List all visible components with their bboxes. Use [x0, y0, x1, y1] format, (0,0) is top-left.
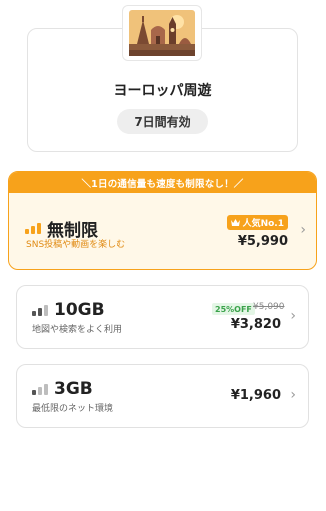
plan-name: 10GB	[54, 300, 105, 320]
plan-description: 最低限のネット環境	[32, 404, 114, 414]
plan-name: 3GB	[54, 379, 93, 399]
featured-banner: ＼1日の通信量も速度も制限なし！／	[9, 172, 316, 193]
crown-icon	[230, 219, 240, 226]
plan-price: ¥1,960	[230, 388, 281, 403]
europe-landmarks-illustration-icon	[129, 10, 195, 56]
original-price: ¥5,090	[253, 302, 285, 312]
popular-badge-label: 人気No.1	[242, 219, 284, 229]
plan-description: SNS投稿や動画を楽しむ	[26, 240, 126, 250]
popular-badge: 人気No.1	[226, 215, 288, 230]
plan-card-3gb[interactable]: 3GB 最低限のネット環境 ¥1,960 ›	[16, 364, 309, 428]
plan-description: 地図や検索をよく利用	[32, 325, 123, 335]
chevron-right-icon: ›	[290, 387, 296, 403]
plan-card-unlimited[interactable]: ＼1日の通信量も速度も制限なし！／ 無制限 SNS投稿や動画を楽しむ 人気No.…	[8, 171, 317, 270]
chevron-right-icon: ›	[290, 308, 296, 324]
plan-name-row: 10GB	[32, 300, 105, 320]
chevron-right-icon: ›	[300, 222, 306, 238]
signal-bars-icon	[25, 223, 41, 234]
signal-bars-icon	[32, 383, 48, 395]
product-title: ヨーロッパ周遊	[113, 83, 212, 99]
plan-price: ¥3,820	[230, 317, 281, 332]
signal-bars-icon	[32, 304, 48, 316]
validity-badge: 7日間有効	[117, 109, 208, 134]
plan-price: ¥5,990	[237, 234, 288, 249]
discount-badge: 25%OFF	[212, 303, 255, 315]
destination-image	[122, 5, 202, 61]
plan-name-row: 3GB	[32, 379, 93, 399]
plan-card-10gb[interactable]: 10GB 地図や検索をよく利用 ¥3,820 ›	[16, 285, 309, 349]
